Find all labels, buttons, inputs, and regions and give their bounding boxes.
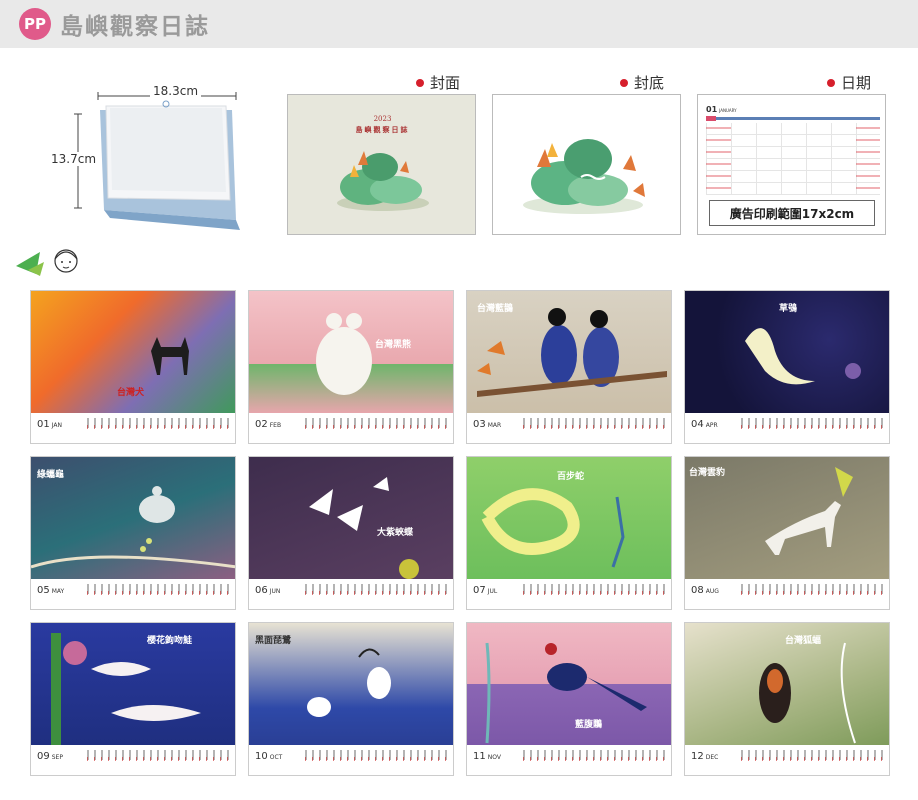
month-label: 11 NOV xyxy=(473,751,501,762)
girl-face-icon xyxy=(16,249,78,276)
june-illustration: 大紫蛺蝶 xyxy=(249,457,453,579)
month-card: 台灣狐蝠 12 DEC xyxy=(684,622,890,776)
november-illustration: 藍腹鷴 xyxy=(467,623,671,745)
month-card: 台灣犬 01 JAN xyxy=(30,290,236,444)
calendar-dimension-illustration: 18.3cm 13.7cm xyxy=(40,80,250,240)
date-label: 日期 xyxy=(827,72,871,93)
month-card: 藍腹鷴 11 NOV xyxy=(466,622,672,776)
page-title: 島嶼觀察日誌 xyxy=(60,14,210,40)
september-illustration: 櫻花鉤吻鮭 xyxy=(31,623,235,745)
bullet-icon xyxy=(416,78,424,87)
month-label: 02 FEB xyxy=(255,419,282,430)
month-card: 台灣雲豹 08 AUG xyxy=(684,456,890,610)
monthly-pages-grid: 台灣犬 01 JAN 台灣黑熊 02 FEB 台灣藍鵲 03 MAR 草鴞 04 APR… xyxy=(30,290,890,778)
date-grid xyxy=(706,123,880,195)
may-illustration: 綠蠵龜 xyxy=(31,457,235,579)
back-island-illustration xyxy=(523,139,645,214)
weekday-header-bar xyxy=(706,117,880,120)
january-illustration: 台灣犬 xyxy=(31,291,235,413)
brand-badge: PP xyxy=(19,8,51,40)
month-label: 03 MAR xyxy=(473,419,502,430)
back-label: 封底 xyxy=(620,72,664,93)
february-illustration: 台灣黑熊 xyxy=(249,291,453,413)
ad-print-area-label: 廣告印刷範圍17x2cm xyxy=(709,200,875,226)
month-label: 10 OCT xyxy=(255,751,283,762)
bullet-icon xyxy=(827,78,835,87)
july-illustration: 百步蛇 xyxy=(467,457,671,579)
cover-island-illustration xyxy=(337,151,429,211)
month-label: 06 JUN xyxy=(255,585,281,596)
month-card: 草鴞 04 APR xyxy=(684,290,890,444)
month-label: 01 JAN xyxy=(37,419,62,430)
month-label: 07 JUL xyxy=(473,585,498,596)
month-card: 台灣黑熊 02 FEB xyxy=(248,290,454,444)
page-header: PP 島嶼觀察日誌 xyxy=(0,0,918,48)
bullet-icon xyxy=(620,78,628,87)
month-card: 綠蠵龜 05 MAY xyxy=(30,456,236,610)
month-label: 09 SEP xyxy=(37,751,63,762)
april-illustration: 草鴞 xyxy=(685,291,889,413)
cover-preview: 2023 島嶼觀察日誌 xyxy=(287,94,476,235)
march-illustration: 台灣藍鵲 xyxy=(467,291,671,413)
month-card: 百步蛇 07 JUL xyxy=(466,456,672,610)
august-illustration: 台灣雲豹 xyxy=(685,457,889,579)
back-preview xyxy=(492,94,681,235)
month-card: 台灣藍鵲 03 MAR xyxy=(466,290,672,444)
month-label: 08 AUG xyxy=(691,585,719,596)
month-label: 05 MAY xyxy=(37,585,65,596)
october-illustration: 黑面琵鷺 xyxy=(249,623,453,745)
month-label: 12 DEC xyxy=(691,751,719,762)
month-card: 櫻花鉤吻鮭 09 SEP xyxy=(30,622,236,776)
width-label: 18.3cm xyxy=(150,84,202,98)
cover-label: 封面 xyxy=(416,72,460,93)
month-card: 黑面琵鷺 10 OCT xyxy=(248,622,454,776)
month-card: 大紫蛺蝶 06 JUN xyxy=(248,456,454,610)
date-month-number: 01 JANUARY xyxy=(706,105,737,114)
height-label: 13.7cm xyxy=(50,152,98,166)
december-illustration: 台灣狐蝠 xyxy=(685,623,889,745)
month-label: 04 APR xyxy=(691,419,718,430)
